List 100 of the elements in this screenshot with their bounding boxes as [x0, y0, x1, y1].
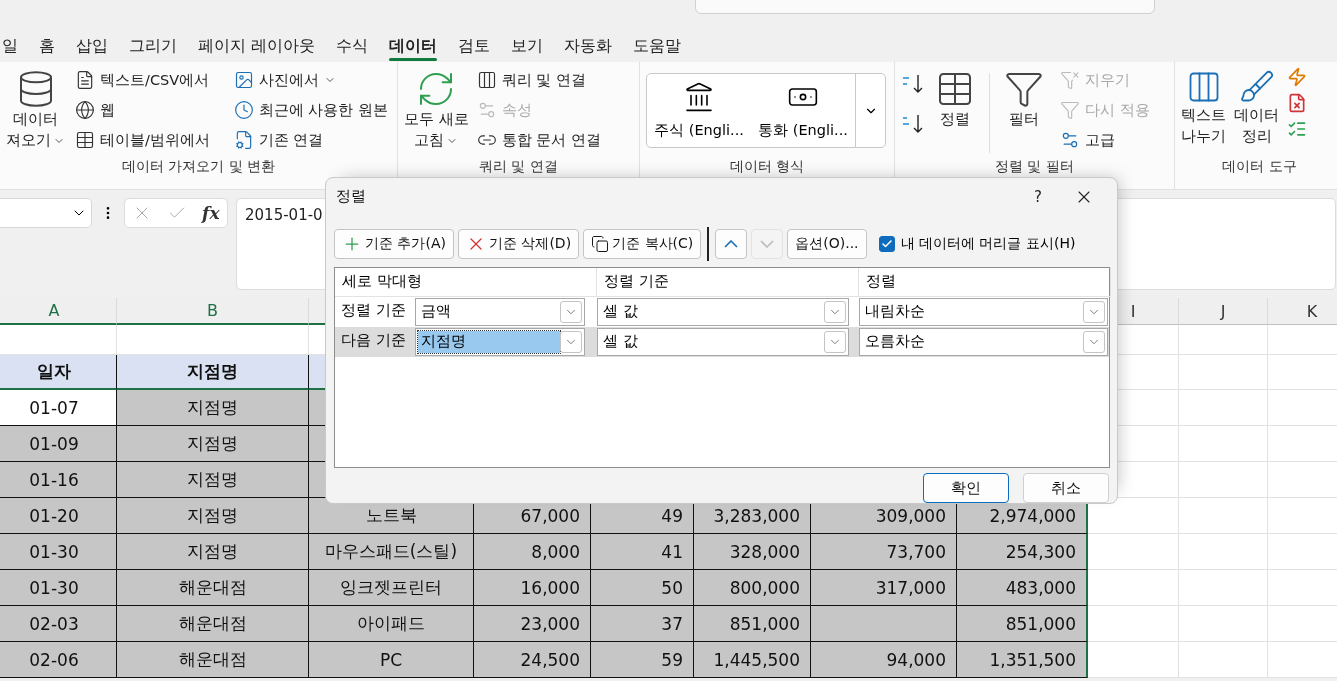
- ok-button[interactable]: 확인: [923, 473, 1009, 503]
- table-cell: 01-30: [0, 570, 117, 606]
- refresh-all-button[interactable]: 모두 새로 고침: [404, 65, 469, 151]
- ribbon-tab[interactable]: 데이터: [389, 31, 438, 61]
- table-cell: 50: [591, 570, 694, 606]
- table-cell: 800,000: [694, 570, 811, 606]
- filter-button[interactable]: 필터: [1004, 65, 1044, 130]
- ribbon-item-icon: [75, 70, 95, 90]
- copy-icon: [591, 234, 610, 253]
- table-cell: 지점명: [117, 498, 309, 534]
- ribbon-item-icon: [233, 130, 254, 150]
- ribbon-tab[interactable]: 홈: [39, 31, 55, 61]
- table-cell: 851,000: [694, 606, 811, 642]
- ribbon-button[interactable]: 기존 연결: [233, 125, 389, 155]
- ribbon-tab[interactable]: 도움말: [633, 31, 682, 61]
- data-type-item[interactable]: 주식 (Engli...: [647, 74, 751, 147]
- table-cell: 해운대점: [117, 606, 309, 642]
- table-cell: 02-03: [0, 606, 117, 642]
- column-dropdown[interactable]: 금액: [415, 297, 585, 326]
- table-cell: 94,000: [811, 642, 957, 678]
- group-label: 데이터 형식: [728, 157, 806, 176]
- options-button[interactable]: 옵션(O)...: [787, 228, 867, 259]
- sort-on-dropdown[interactable]: 셀 값: [597, 327, 849, 356]
- column-header[interactable]: B: [117, 298, 309, 325]
- table-cell: 317,000: [811, 570, 957, 606]
- ribbon-button[interactable]: 통합 문서 연결: [476, 125, 601, 155]
- ribbon-tab[interactable]: 수식: [336, 31, 369, 61]
- order-dropdown[interactable]: 오름차순: [859, 327, 1108, 356]
- data-type-item[interactable]: 통화 (Engli...: [751, 74, 855, 147]
- ribbon-tab[interactable]: 자동화: [564, 31, 613, 61]
- table-cell: 잉크젯프린터: [309, 570, 474, 606]
- table-cell: 마우스패드(스틸): [309, 534, 474, 570]
- column-heading: 정렬: [859, 267, 1111, 297]
- table-cell: 23,000: [474, 606, 591, 642]
- column-header[interactable]: K: [1268, 298, 1337, 325]
- sort-level-row[interactable]: 다음 기준 지점명 셀 값 오름차순: [335, 326, 1109, 357]
- ribbon-tab[interactable]: 삽입: [76, 31, 108, 61]
- header-cell: 일자: [0, 355, 117, 390]
- down-icon: [760, 239, 775, 248]
- ribbon-tab[interactable]: 검토: [458, 31, 491, 61]
- table-cell: 지점명: [117, 534, 309, 570]
- ribbon-button[interactable]: 고급: [1060, 125, 1150, 155]
- ribbon-item-icon: [75, 100, 95, 120]
- order-dropdown[interactable]: 내림차순: [859, 297, 1108, 326]
- ribbon-button[interactable]: 최근에 사용한 원본: [233, 95, 389, 125]
- table-cell: 지점명: [117, 390, 309, 426]
- table-cell: 73,700: [811, 534, 957, 570]
- table-cell: PC: [309, 642, 474, 678]
- column-header[interactable]: A: [0, 298, 117, 325]
- group-label: 데이터 가져오기 및 변환: [120, 157, 277, 176]
- ribbon-item-icon: [1060, 100, 1080, 120]
- delete-level-button[interactable]: 기준 삭제(D): [457, 228, 580, 259]
- ribbon-tab[interactable]: 보기: [511, 31, 544, 61]
- ribbon-item-icon: [233, 70, 254, 90]
- group-label: 정렬 및 필터: [994, 157, 1075, 176]
- get-data-button[interactable]: 데이터 져오기: [6, 65, 65, 151]
- ribbon-button[interactable]: 웹: [75, 95, 210, 125]
- ribbon-tab[interactable]: 일: [2, 31, 18, 61]
- column-header[interactable]: J: [1179, 298, 1268, 325]
- level-label: 다음 기준: [340, 330, 407, 350]
- table-cell: 지점명: [117, 462, 309, 498]
- ribbon-button[interactable]: 텍스트/CSV에서: [75, 65, 210, 95]
- flash-fill-icon[interactable]: [1287, 67, 1307, 87]
- header-checkbox[interactable]: 내 데이터에 머리글 표시(H): [878, 234, 1076, 253]
- table-cell: 328,000: [694, 534, 811, 570]
- ribbon-button[interactable]: 쿼리 및 연결: [476, 65, 601, 95]
- column-heading: 세로 막대형: [335, 267, 597, 297]
- help-button[interactable]: ?: [1015, 187, 1061, 206]
- text-to-columns-button[interactable]: 텍스트 나누기: [1181, 65, 1226, 147]
- ribbon-item-icon: [1060, 70, 1080, 90]
- ribbon-button[interactable]: 사진에서: [233, 65, 389, 95]
- data-validation-icon[interactable]: [1287, 119, 1307, 139]
- ribbon-button[interactable]: 테이블/범위에서: [75, 125, 210, 155]
- table-cell: 851,000: [957, 606, 1088, 642]
- table-cell: 02-06: [0, 642, 117, 678]
- remove-duplicates-icon[interactable]: [1287, 93, 1307, 113]
- ribbon-tab[interactable]: 페이지 레이아웃: [198, 31, 316, 61]
- column-heading: 정렬 기준: [597, 267, 859, 297]
- level-label: 정렬 기준: [340, 300, 407, 320]
- add-level-button[interactable]: 기준 추가(A): [334, 228, 454, 259]
- checkbox[interactable]: [878, 235, 895, 252]
- table-cell: 01-30: [0, 534, 117, 570]
- copy-level-button[interactable]: 기준 복사(C): [583, 228, 702, 259]
- ribbon-tab[interactable]: 그리기: [129, 31, 177, 61]
- column-dropdown[interactable]: 지점명: [415, 327, 585, 356]
- sort-button[interactable]: 정렬: [935, 65, 975, 130]
- insert-function-button[interactable]: fx: [202, 203, 220, 223]
- table-cell: 37: [591, 606, 694, 642]
- up-icon: [724, 239, 739, 248]
- move-up-button[interactable]: [715, 228, 748, 259]
- table-cell: 41: [591, 534, 694, 570]
- table-cell: 01-09: [0, 426, 117, 462]
- table-cell: 16,000: [474, 570, 591, 606]
- table-cell: 59: [591, 642, 694, 678]
- table-cell: 아이패드: [309, 606, 474, 642]
- data-cleanup-button[interactable]: 데이터 정리: [1234, 65, 1279, 147]
- cancel-button[interactable]: 취소: [1023, 473, 1109, 503]
- table-cell: 483,000: [957, 570, 1088, 606]
- table-cell: 24,500: [474, 642, 591, 678]
- sort-on-dropdown[interactable]: 셀 값: [597, 297, 849, 326]
